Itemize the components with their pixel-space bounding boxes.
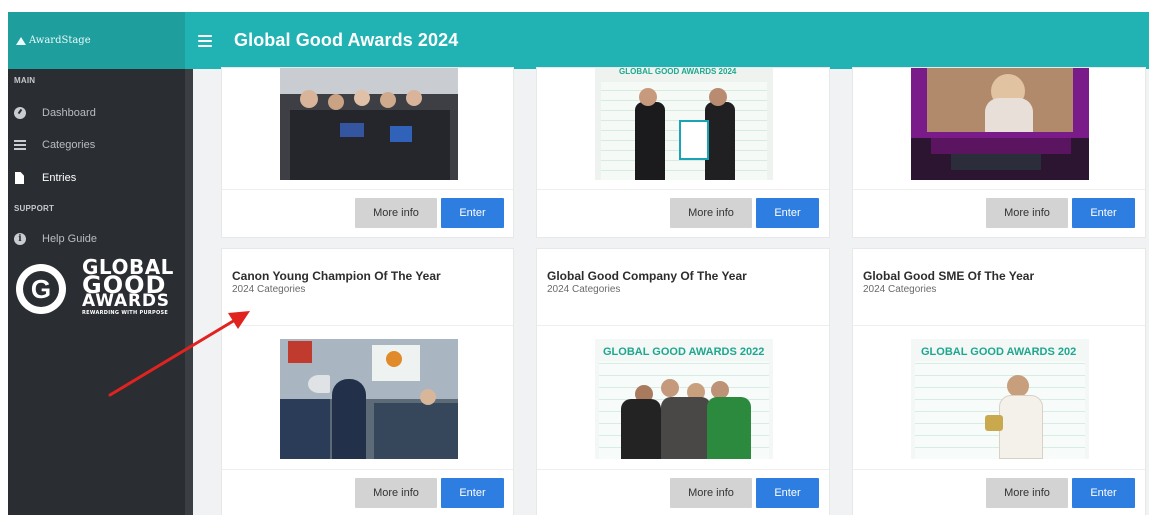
entries-grid: More info Enter GLOBAL GOOD AWARDS 2024 … — [193, 67, 1149, 515]
card-subtitle: 2024 Categories — [547, 284, 621, 295]
brand-name: AwardStage — [29, 35, 91, 46]
page-title: Global Good Awards 2024 — [234, 30, 459, 50]
sidebar-section-support: SUPPORT — [14, 204, 55, 213]
top-header: Global Good Awards 2024 — [185, 12, 1149, 69]
dashboard-icon — [14, 107, 26, 119]
entry-card: Global Good SME Of The Year 2024 Categor… — [852, 248, 1146, 515]
sidebar-item-label: Help Guide — [42, 233, 98, 245]
sidebar-item-dashboard[interactable]: Dashboard — [14, 101, 179, 125]
card-header: Global Good SME Of The Year 2024 Categor… — [853, 249, 1145, 326]
enter-button[interactable]: Enter — [1072, 198, 1135, 228]
entry-card: More info Enter — [852, 67, 1146, 238]
sidebar-item-help-guide[interactable]: i Help Guide — [14, 227, 179, 251]
card-footer: More info Enter — [853, 189, 1145, 239]
card-header: Global Good Company Of The Year 2024 Cat… — [537, 249, 829, 326]
photo-banner-text: GLOBAL GOOD AWARDS 202 — [921, 346, 1077, 358]
file-icon — [15, 172, 24, 184]
mountain-icon — [16, 36, 26, 45]
card-title[interactable]: Global Good SME Of The Year — [863, 269, 1034, 283]
card-title[interactable]: Global Good Company Of The Year — [547, 269, 747, 283]
entry-card: Canon Young Champion Of The Year 2024 Ca… — [221, 248, 514, 515]
sidebar-item-label: Dashboard — [42, 107, 96, 119]
sidebar-edge — [185, 69, 193, 515]
more-info-button[interactable]: More info — [986, 478, 1068, 508]
brand-logo[interactable]: AwardStage — [8, 12, 185, 69]
enter-button[interactable]: Enter — [756, 198, 819, 228]
hamburger-icon[interactable] — [198, 34, 212, 47]
sidebar-item-label: Categories — [42, 139, 96, 151]
list-icon — [14, 139, 26, 151]
card-photo — [280, 339, 458, 459]
more-info-button[interactable]: More info — [670, 478, 752, 508]
card-subtitle: 2024 Categories — [863, 284, 937, 295]
card-title[interactable]: Canon Young Champion Of The Year — [232, 269, 441, 283]
sidebar-item-entries[interactable]: Entries — [14, 166, 179, 190]
card-header: Canon Young Champion Of The Year 2024 Ca… — [222, 249, 513, 326]
enter-button[interactable]: Enter — [441, 198, 504, 228]
more-info-button[interactable]: More info — [355, 478, 437, 508]
annotation-arrow — [108, 311, 250, 397]
sidebar-item-label: Entries — [42, 172, 77, 184]
card-footer: More info Enter — [537, 189, 829, 239]
card-footer: More info Enter — [537, 469, 829, 515]
enter-button[interactable]: Enter — [756, 478, 819, 508]
g-circle-icon — [16, 264, 66, 314]
entry-card: GLOBAL GOOD AWARDS 2024 More info Enter — [536, 67, 830, 238]
card-subtitle: 2024 Categories — [232, 284, 306, 295]
entry-card: Global Good Company Of The Year 2024 Cat… — [536, 248, 830, 515]
card-photo — [911, 68, 1089, 180]
card-photo — [280, 68, 458, 180]
card-photo: GLOBAL GOOD AWARDS 2024 — [595, 68, 773, 180]
more-info-button[interactable]: More info — [355, 198, 437, 228]
card-photo: GLOBAL GOOD AWARDS 2022 — [595, 339, 773, 459]
photo-banner-text: GLOBAL GOOD AWARDS 2024 — [619, 68, 737, 76]
card-footer: More info Enter — [222, 189, 513, 239]
card-footer: More info Enter — [222, 469, 513, 515]
enter-button[interactable]: Enter — [441, 478, 504, 508]
card-footer: More info Enter — [853, 469, 1145, 515]
enter-button[interactable]: Enter — [1072, 478, 1135, 508]
more-info-button[interactable]: More info — [986, 198, 1068, 228]
sidebar-section-main: MAIN — [14, 76, 36, 85]
more-info-button[interactable]: More info — [670, 198, 752, 228]
app-window: AwardStage Global Good Awards 2024 MAIN … — [0, 0, 1149, 515]
photo-banner-text: GLOBAL GOOD AWARDS 2022 — [603, 346, 765, 358]
info-icon: i — [14, 233, 26, 245]
entry-card: More info Enter — [221, 67, 514, 238]
card-photo: GLOBAL GOOD AWARDS 202 — [911, 339, 1089, 459]
sidebar-item-categories[interactable]: Categories — [14, 133, 179, 157]
